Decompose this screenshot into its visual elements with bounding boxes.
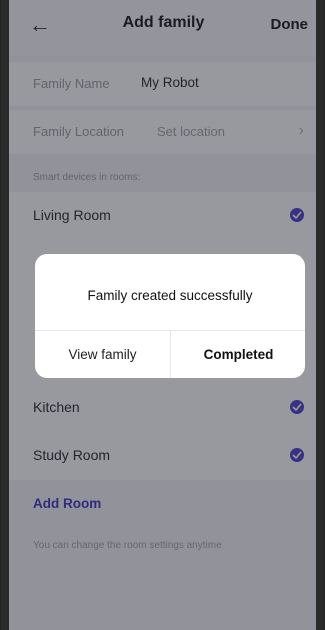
app-screen: ← Add family Done Family Name My Robot F… bbox=[0, 0, 325, 630]
success-dialog: Family created successfully View family … bbox=[35, 254, 305, 378]
device-frame-right bbox=[316, 0, 324, 630]
device-frame-left bbox=[1, 0, 9, 630]
view-family-button[interactable]: View family bbox=[35, 331, 170, 378]
dialog-message: Family created successfully bbox=[87, 288, 253, 303]
completed-button[interactable]: Completed bbox=[171, 331, 305, 378]
